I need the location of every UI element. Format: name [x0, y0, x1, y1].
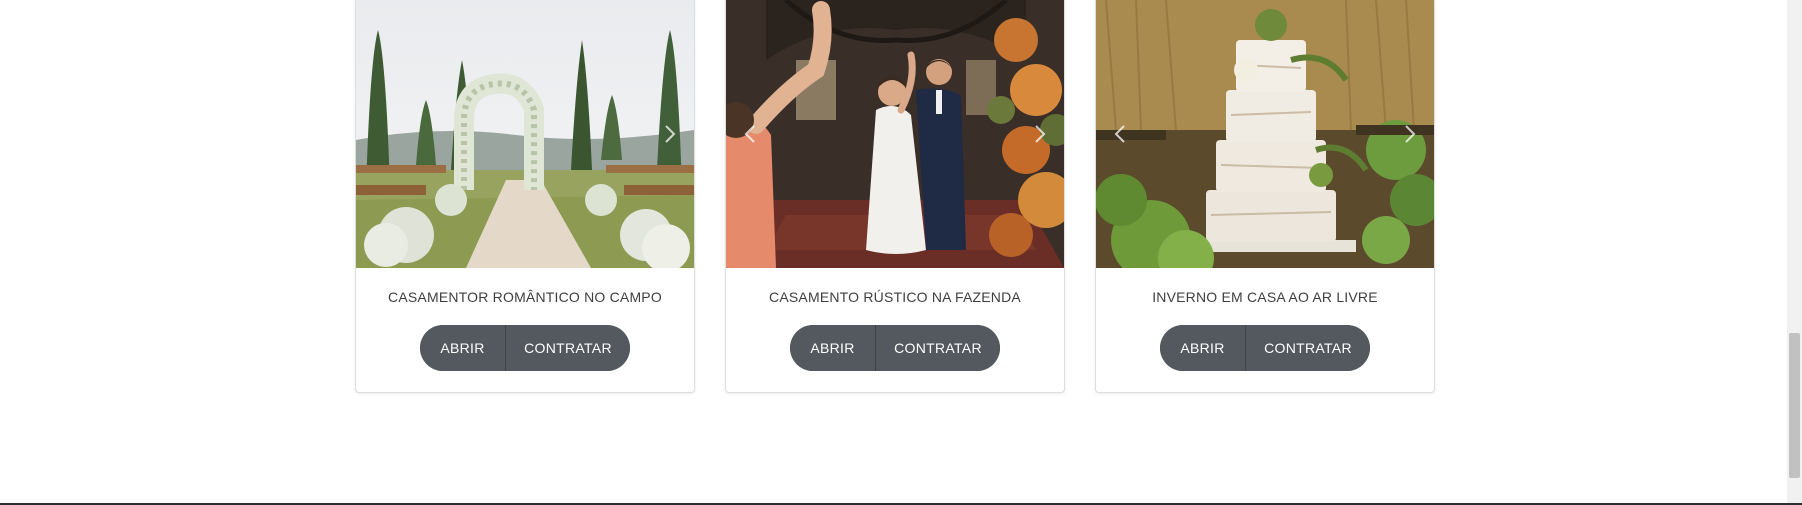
vertical-scrollbar[interactable] — [1787, 0, 1802, 503]
card-action-group: ABRIR CONTRATAR — [420, 325, 630, 371]
package-card-romantic-countryside: CASAMENTOR ROMÂNTICO NO CAMPO ABRIR CONT… — [355, 0, 695, 393]
chevron-left-icon[interactable] — [740, 120, 760, 148]
card-action-group: ABRIR CONTRATAR — [1160, 325, 1370, 371]
wedding-cake-photo — [1096, 0, 1434, 268]
card-title: CASAMENTO RÚSTICO NA FAZENDA — [769, 289, 1021, 305]
bride-groom-photo — [726, 0, 1064, 268]
card-image-carousel[interactable] — [1096, 0, 1434, 268]
hire-button[interactable]: CONTRATAR — [506, 325, 630, 371]
chevron-right-icon[interactable] — [1400, 120, 1420, 148]
hire-button[interactable]: CONTRATAR — [1246, 325, 1370, 371]
chevron-right-icon[interactable] — [1030, 120, 1050, 148]
package-card-rustic-farm: CASAMENTO RÚSTICO NA FAZENDA ABRIR CONTR… — [725, 0, 1065, 393]
open-button[interactable]: ABRIR — [790, 325, 876, 371]
open-button[interactable]: ABRIR — [1160, 325, 1246, 371]
card-action-group: ABRIR CONTRATAR — [790, 325, 1000, 371]
scrollbar-thumb[interactable] — [1789, 333, 1800, 478]
card-title: INVERNO EM CASA AO AR LIVRE — [1152, 289, 1378, 305]
package-card-winter-outdoor: INVERNO EM CASA AO AR LIVRE ABRIR CONTRA… — [1095, 0, 1435, 393]
card-image-carousel[interactable] — [356, 0, 694, 268]
page: CASAMENTOR ROMÂNTICO NO CAMPO ABRIR CONT… — [0, 0, 1802, 505]
hire-button[interactable]: CONTRATAR — [876, 325, 1000, 371]
chevron-left-icon[interactable] — [1110, 120, 1130, 148]
wedding-aisle-photo — [356, 0, 694, 268]
card-image-carousel[interactable] — [726, 0, 1064, 268]
card-title: CASAMENTOR ROMÂNTICO NO CAMPO — [388, 289, 662, 305]
chevron-right-icon[interactable] — [660, 120, 680, 148]
open-button[interactable]: ABRIR — [420, 325, 506, 371]
